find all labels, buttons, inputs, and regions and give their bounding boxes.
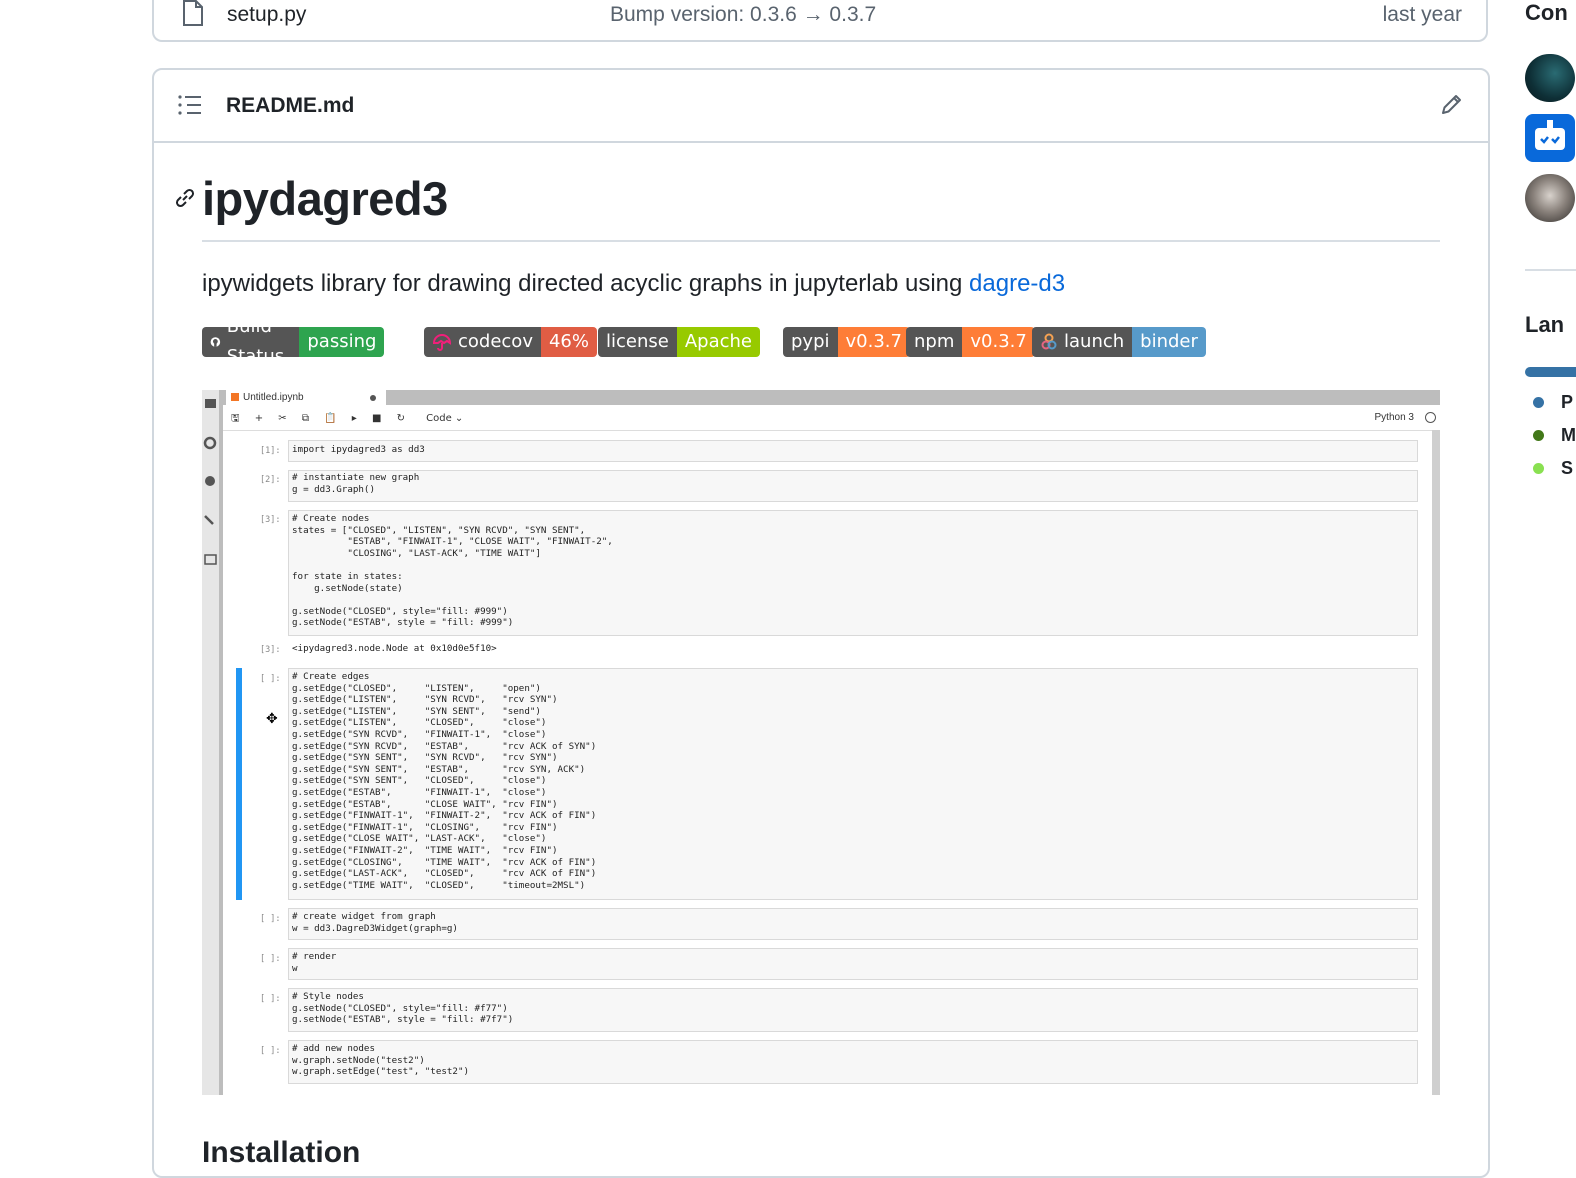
license-badge[interactable]: license Apache 2.0: [598, 327, 760, 357]
badge-label: Build Status: [226, 327, 285, 357]
move-cursor-icon: ✥: [266, 710, 278, 726]
readme-description: ipywidgets library for drawing directed …: [202, 270, 1065, 298]
contributor-avatar[interactable]: [1525, 54, 1575, 102]
code-cell[interactable]: [288, 948, 1418, 980]
contributors-heading[interactable]: Con: [1525, 0, 1568, 26]
outline-toc-icon[interactable]: [178, 94, 202, 121]
heading-anchor-link-icon[interactable]: [172, 185, 198, 216]
notebook-file-icon: [231, 393, 239, 401]
badge-value: Apache 2.0: [676, 327, 760, 357]
readme-panel: README.md ipydagred3 ipywidgets library …: [152, 68, 1490, 1178]
bot-icon: [1535, 120, 1565, 150]
code-cell[interactable]: [288, 470, 1418, 502]
active-cell-bar: [236, 668, 242, 900]
cell-prompt: [ ]:: [260, 674, 281, 684]
github-icon: [210, 337, 221, 347]
readme-title: ipydagred3: [202, 172, 448, 225]
badge-label: codecov: [458, 331, 533, 352]
badge-label: license: [606, 331, 669, 352]
cell-prompt: [2]:: [260, 475, 281, 485]
language-name[interactable]: M: [1561, 425, 1576, 446]
bot-avatar[interactable]: [1525, 114, 1575, 162]
sidebar-divider: [219, 390, 223, 1095]
notebook-scrollbar[interactable]: [1432, 430, 1440, 1095]
description-text: ipywidgets library for drawing directed …: [202, 270, 970, 297]
code-cell[interactable]: [288, 440, 1418, 462]
cell-code[interactable]: # render w: [292, 951, 336, 974]
commit-message-link[interactable]: Bump version: 0.3.6 → 0.3.7: [610, 3, 876, 27]
cell-prompt: [ ]:: [260, 994, 281, 1004]
badge-value: binder: [1132, 327, 1206, 357]
cell-output: <ipydagred3.node.Node at 0x10d0e5f10>: [292, 643, 497, 654]
cell-prompt: [ ]:: [260, 1046, 281, 1056]
unsaved-dot-icon: [370, 395, 376, 401]
jupyter-sidebar: [202, 390, 219, 1095]
cell-code[interactable]: # Create edges g.setEdge("CLOSED", "LIST…: [292, 671, 596, 891]
language-dot-icon: [1533, 397, 1544, 408]
binder-badge[interactable]: launch binder: [1032, 327, 1206, 357]
codecov-umbrella-icon: [432, 334, 452, 351]
badge-label: npm: [914, 331, 955, 352]
notebook-tabbar: [223, 390, 1440, 405]
toolbar-tool-icons[interactable]: 🖫 + ✂ ⧉ 📋 ▸ ■ ↻ Code ⌄: [231, 411, 463, 428]
cell-prompt: [ ]:: [260, 914, 281, 924]
installation-heading: Installation: [202, 1136, 361, 1169]
readme-filename[interactable]: README.md: [226, 94, 354, 118]
file-row-setup-py[interactable]: setup.py Bump version: 0.3.6 → 0.3.7 las…: [152, 0, 1488, 42]
badge-value: 46%: [540, 327, 597, 357]
cell-code[interactable]: import ipydagred3 as dd3: [292, 444, 425, 456]
notebook-screenshot: Untitled.ipynb 🖫 + ✂ ⧉ 📋 ▸ ■ ↻ Code ⌄ Py…: [202, 390, 1440, 1095]
tab-label: Untitled.ipynb: [243, 392, 304, 403]
language-name[interactable]: S: [1561, 458, 1573, 479]
file-icon: [182, 0, 204, 31]
language-bar: [1525, 367, 1576, 377]
language-dot-icon: [1533, 463, 1544, 474]
cell-code[interactable]: # add new nodes w.graph.setNode("test2")…: [292, 1043, 469, 1078]
edit-pencil-icon[interactable]: [1440, 92, 1464, 121]
language-name[interactable]: P: [1561, 392, 1573, 413]
sidebar-divider: [1525, 269, 1576, 271]
contributor-avatar[interactable]: [1525, 174, 1575, 222]
notebook-toolbar: 🖫 + ✂ ⧉ 📋 ▸ ■ ↻ Code ⌄ Python 3: [223, 406, 1440, 431]
title-divider: [202, 240, 1440, 242]
kernel-name[interactable]: Python 3: [1375, 412, 1414, 423]
badge-value: v0.3.7: [962, 327, 1035, 357]
badge-label: pypi: [791, 331, 830, 352]
codecov-badge[interactable]: codecov 46%: [424, 327, 597, 357]
dagre-d3-link[interactable]: dagre-d3: [969, 270, 1065, 297]
badge-label: launch: [1064, 331, 1125, 352]
cell-code[interactable]: # instantiate new graph g = dd3.Graph(): [292, 472, 419, 495]
readme-header: README.md: [154, 70, 1488, 143]
pypi-badge[interactable]: pypi v0.3.7: [783, 327, 910, 357]
badge-value: passing: [299, 327, 385, 357]
output-prompt: [3]:: [260, 645, 281, 655]
cell-prompt: [ ]:: [260, 954, 281, 964]
npm-badge[interactable]: npm v0.3.7: [906, 327, 1035, 357]
cell-code[interactable]: # create widget from graph w = dd3.Dagre…: [292, 911, 458, 934]
notebook-tab[interactable]: Untitled.ipynb: [226, 390, 386, 406]
languages-heading: Lan: [1525, 312, 1565, 337]
cell-prompt: [3]:: [260, 515, 281, 525]
badge-value: v0.3.7: [837, 327, 910, 357]
cell-code[interactable]: # Create nodes states = ["CLOSED", "LIST…: [292, 513, 613, 629]
cell-type-select[interactable]: Code ⌄: [426, 413, 463, 424]
build-status-badge[interactable]: Build Status passing: [202, 327, 385, 357]
kernel-status-icon: [1425, 412, 1436, 423]
cell-prompt: [1]:: [260, 446, 281, 456]
commit-date: last year: [1382, 3, 1462, 26]
file-name-link[interactable]: setup.py: [227, 3, 306, 27]
binder-logo-icon: [1041, 333, 1057, 350]
language-dot-icon: [1533, 430, 1544, 441]
cell-code[interactable]: # Style nodes g.setNode("CLOSED", style=…: [292, 991, 513, 1026]
